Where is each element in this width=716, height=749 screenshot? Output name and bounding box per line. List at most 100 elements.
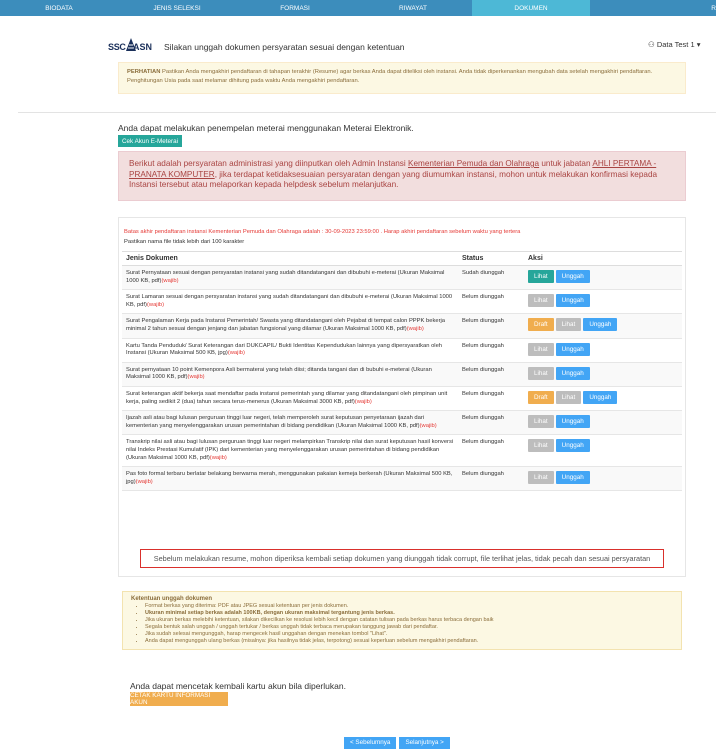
table-row: Surat Pengalaman Kerja pada Instansi Pem…: [122, 313, 682, 339]
document-name-text: Surat Pengalaman Kerja pada Instansi Pem…: [126, 318, 446, 332]
cetak-info: Anda dapat mencetak kembali kartu akun b…: [130, 681, 346, 691]
unggah-button[interactable]: Unggah: [583, 390, 618, 404]
lihat-button[interactable]: Lihat: [555, 390, 582, 404]
user-menu[interactable]: ⚇ Data Test 1 ▾: [648, 40, 701, 49]
divider: [18, 112, 716, 113]
meterai-info: Anda dapat melakukan penempelan meterai …: [118, 123, 414, 133]
lihat-button[interactable]: Lihat: [528, 270, 554, 283]
table-row: Surat keterangan aktif bekerja saat mend…: [122, 386, 682, 412]
wajib-label: (wajib): [419, 422, 437, 429]
table-row: Surat Lamaran sesuai dengan persyaratan …: [122, 289, 682, 315]
tab-r[interactable]: R: [590, 0, 716, 16]
wajib-label: (wajib): [227, 350, 245, 357]
user-icon: ⚇: [648, 40, 655, 49]
tab-jenis-seleksi[interactable]: JENIS SELEKSI: [118, 0, 236, 16]
instansi-link[interactable]: Kementerian Pemuda dan Olahraga: [408, 159, 539, 168]
lihat-button[interactable]: Lihat: [528, 439, 554, 453]
document-name-text: Surat pernyataan 10 point Kemenpora Asli…: [126, 366, 432, 381]
filename-note: Pastikan nama file tidak lebih dari 100 …: [124, 239, 245, 245]
documents-table: Jenis Dokumen Status Aksi Surat Pernyata…: [122, 251, 682, 492]
table-row: Surat pernyataan 10 point Kemenpora Asli…: [122, 362, 682, 387]
page-title: Silakan unggah dokumen persyaratan sesua…: [164, 42, 405, 52]
document-name: Surat keterangan aktif bekerja saat mend…: [122, 386, 458, 412]
document-actions: Lihat Unggah: [524, 338, 682, 363]
ketentuan-item: Ukuran minimal setiap berkas adalah 100K…: [145, 610, 673, 617]
perhatian-alert: PERHATIAN Pastikan Anda mengakhiri penda…: [118, 62, 686, 94]
unggah-button[interactable]: Unggah: [555, 270, 590, 283]
lihat-button[interactable]: Lihat: [528, 366, 554, 380]
wajib-label: (wajib): [406, 325, 424, 332]
document-name-text: Kartu Tanda Penduduk/ Surat Keterangan d…: [126, 342, 443, 357]
caret-down-icon: ▾: [696, 40, 701, 49]
page-header: SSC ASN Silakan unggah dokumen persyarat…: [108, 34, 608, 60]
header-aksi: Aksi: [524, 251, 682, 266]
ketentuan-item: Segala bentuk salah unggah / unggah tert…: [145, 624, 673, 631]
table-row: Ijazah asli atau bagi lulusan perguruan …: [122, 410, 682, 436]
document-actions: Lihat Unggah: [524, 434, 682, 468]
requirements-text-1: Berikut adalah persyaratan administrasi …: [129, 159, 408, 168]
document-status: Belum diunggah: [458, 289, 524, 315]
table-row: Surat Pernyataan sesuai dengan persyarat…: [122, 265, 682, 291]
requirements-text-2: untuk jabatan: [539, 159, 593, 168]
ketentuan-item: Jika sudah selesai mengunggah, harap men…: [145, 631, 673, 638]
lihat-button[interactable]: Lihat: [528, 294, 554, 308]
document-status: Belum diunggah: [458, 338, 524, 363]
tab-riwayat[interactable]: RIWAYAT: [354, 0, 472, 16]
cetak-kartu-button[interactable]: CETAK KARTU INFORMASI AKUN: [130, 692, 228, 706]
document-status: Belum diunggah: [458, 434, 524, 468]
lihat-button[interactable]: Lihat: [555, 318, 582, 332]
document-name-text: Pas foto formal terbaru berlatar belakan…: [126, 471, 453, 485]
document-status: Belum diunggah: [458, 466, 524, 492]
wajib-label: (wajib): [187, 374, 205, 381]
document-status: Belum diunggah: [458, 313, 524, 339]
logo-left-text: SSC: [108, 42, 126, 52]
document-status: Belum diunggah: [458, 410, 524, 436]
ketentuan-item: Jika ukuran berkas melebihi ketentuan, s…: [145, 617, 673, 624]
tab-biodata[interactable]: BIODATA: [0, 0, 118, 16]
prev-button[interactable]: < Sebelumnya: [344, 737, 397, 749]
document-name: Surat Pernyataan sesuai dengan persyarat…: [122, 265, 458, 291]
document-status: Belum diunggah: [458, 362, 524, 387]
ketentuan-title: Ketentuan unggah dokumen: [131, 596, 212, 602]
unggah-button[interactable]: Unggah: [555, 471, 590, 485]
ketentuan-item: Format berkas yang diterima: PDF atau JP…: [145, 603, 673, 610]
document-status: Sudah diunggah: [458, 265, 524, 291]
tab-dokumen[interactable]: DOKUMEN: [472, 0, 590, 16]
document-name-text: Ijazah asli atau bagi lulusan perguruan …: [126, 415, 425, 429]
document-name-text: Transkrip nilai asli atau bagi lulusan p…: [126, 439, 454, 461]
document-actions: Lihat Unggah: [524, 410, 682, 436]
unggah-button[interactable]: Unggah: [583, 318, 618, 332]
unggah-button[interactable]: Unggah: [555, 366, 590, 380]
document-name-text: Surat Lamaran sesuai dengan persyaratan …: [126, 294, 453, 308]
cek-emeterai-button[interactable]: Cek Akun E-Meterai: [118, 135, 182, 147]
unggah-button[interactable]: Unggah: [555, 342, 590, 356]
document-actions: Lihat Unggah: [524, 466, 682, 492]
document-name: Pas foto formal terbaru berlatar belakan…: [122, 466, 458, 492]
wajib-label: (wajib): [135, 478, 153, 485]
draft-button[interactable]: Draft: [528, 318, 554, 332]
user-name: Data Test 1: [656, 40, 695, 49]
unggah-button[interactable]: Unggah: [555, 294, 590, 308]
document-actions: Lihat Unggah: [524, 362, 682, 387]
pager: < Sebelumnya Selanjutnya >: [344, 737, 450, 749]
perhatian-text: Pastikan Anda mengakhiri pendaftaran di …: [127, 69, 653, 84]
table-row: Pas foto formal terbaru berlatar belakan…: [122, 466, 682, 492]
wajib-label: (wajib): [354, 398, 372, 405]
lihat-button[interactable]: Lihat: [528, 342, 554, 356]
next-button[interactable]: Selanjutnya >: [399, 737, 450, 749]
resume-warning: Sebelum melakukan resume, mohon diperiks…: [140, 549, 664, 568]
ketentuan-list: Format berkas yang diterima: PDF atau JP…: [131, 603, 673, 645]
tab-formasi[interactable]: FORMASI: [236, 0, 354, 16]
unggah-button[interactable]: Unggah: [555, 439, 590, 453]
draft-button[interactable]: Draft: [528, 390, 554, 404]
table-row: Kartu Tanda Penduduk/ Surat Keterangan d…: [122, 338, 682, 363]
lihat-button[interactable]: Lihat: [528, 415, 554, 429]
document-actions: Lihat Unggah: [524, 265, 682, 291]
document-name: Transkrip nilai asli atau bagi lulusan p…: [122, 434, 458, 468]
document-actions: Draft Lihat Unggah: [524, 386, 682, 412]
lihat-button[interactable]: Lihat: [528, 471, 554, 485]
document-actions: Draft Lihat Unggah: [524, 313, 682, 339]
document-name: Ijazah asli atau bagi lulusan perguruan …: [122, 410, 458, 436]
header-jenis-dokumen: Jenis Dokumen: [122, 251, 458, 266]
unggah-button[interactable]: Unggah: [555, 415, 590, 429]
